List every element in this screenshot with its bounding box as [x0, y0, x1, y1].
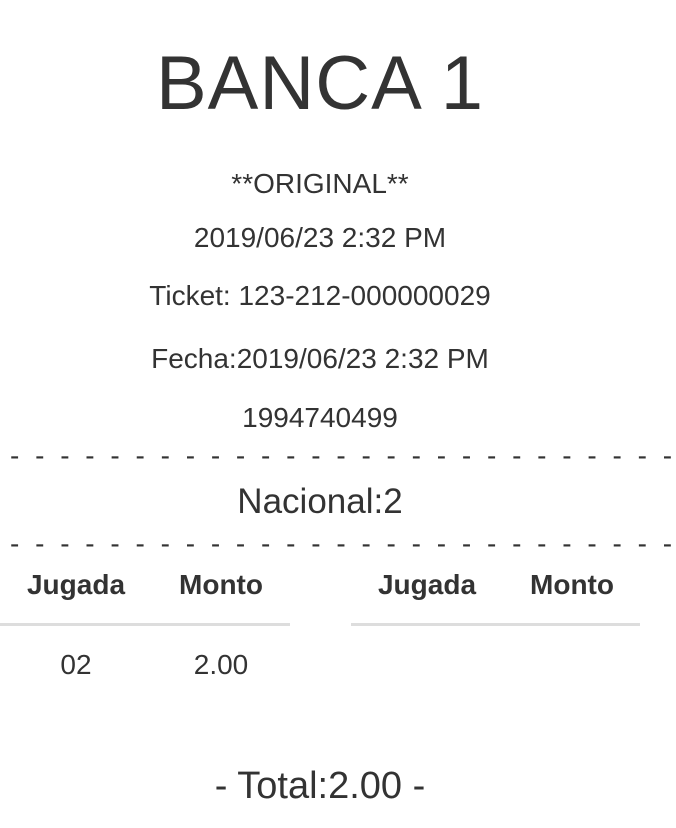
separator-bottom: - - - - - - - - - - - - - - - - - - - - …	[10, 528, 676, 559]
ticket-fecha: Fecha:2019/06/23 2:32 PM	[151, 343, 489, 374]
header-jugada-left: Jugada	[26, 569, 126, 600]
bank-name: BANCA 1	[155, 41, 485, 126]
header-monto-left: Monto	[179, 569, 263, 600]
header-rule-left	[0, 623, 290, 626]
ticket-number: Ticket: 123-212-000000029	[149, 280, 491, 311]
header-monto-right: Monto	[530, 569, 614, 600]
separator-top: - - - - - - - - - - - - - - - - - - - - …	[10, 440, 676, 471]
header-rule-right	[351, 623, 640, 626]
cell-monto: 2.00	[193, 649, 249, 680]
cell-jugada: 02	[60, 649, 92, 680]
lottery-name: Nacional:2	[237, 482, 403, 521]
copy-label: **ORIGINAL**	[231, 168, 409, 199]
ticket-total: - Total:2.00 -	[214, 765, 426, 807]
ticket-code: 1994740499	[242, 402, 398, 433]
header-jugada-right: Jugada	[377, 569, 477, 600]
ticket-datetime: 2019/06/23 2:32 PM	[193, 222, 447, 253]
